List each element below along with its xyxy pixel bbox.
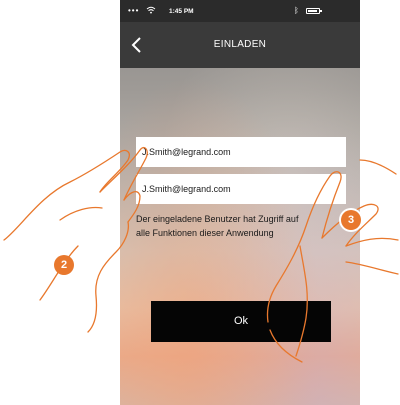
left-hand-icon: [3, 146, 148, 333]
step-3-badge: 3: [341, 210, 361, 230]
right-hand-icon: [266, 159, 399, 363]
hand-illustrations: [3, 146, 399, 363]
step-2-badge: 2: [54, 255, 74, 275]
